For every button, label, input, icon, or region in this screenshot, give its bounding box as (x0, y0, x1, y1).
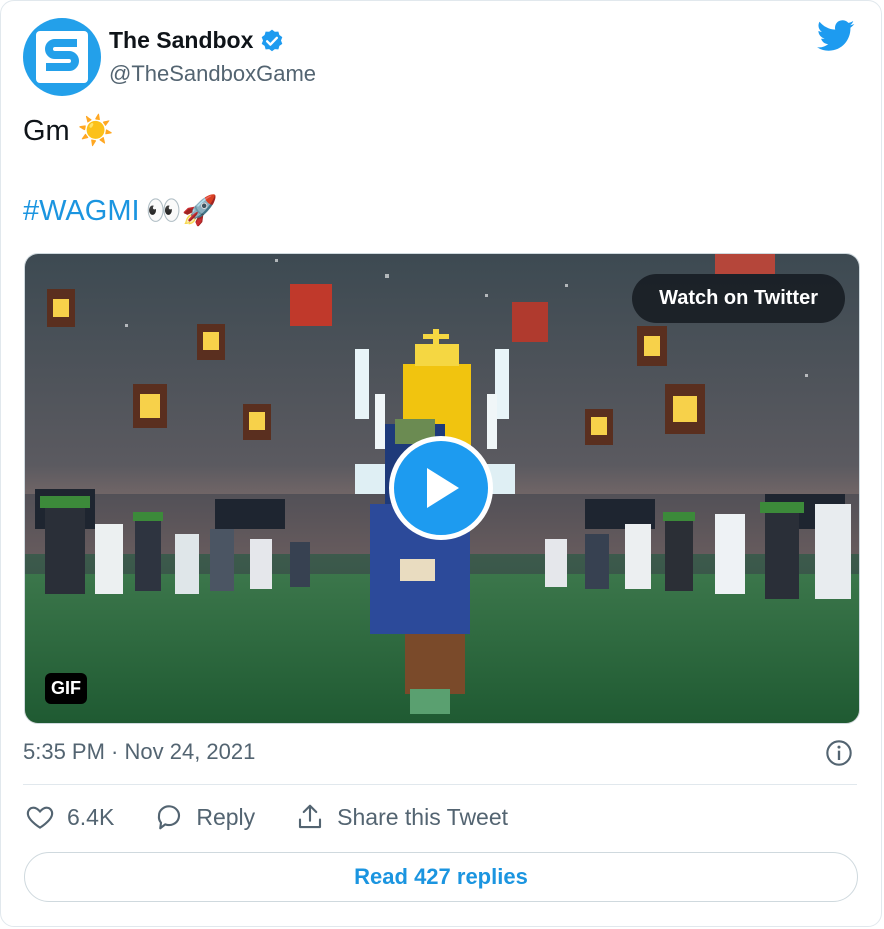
tweet-text-line1: Gm ☀️ (23, 114, 114, 148)
share-label: Share this Tweet (337, 803, 509, 830)
sun-emoji: ☀️ (77, 115, 114, 147)
tweet-text: Gm (23, 114, 70, 147)
verified-badge-icon (262, 29, 283, 51)
share-button[interactable]: Share this Tweet (295, 802, 508, 832)
avatar[interactable] (23, 18, 101, 96)
play-button[interactable] (389, 436, 493, 540)
share-icon (299, 804, 322, 829)
like-button[interactable]: 6.4K (25, 802, 114, 832)
tweet-card: The Sandbox @TheSandboxGame Gm ☀️ #WAGMI… (0, 0, 882, 927)
read-replies-button[interactable]: Read 427 replies (24, 852, 858, 902)
heart-icon (26, 806, 54, 829)
tweet-text-line2: #WAGMI 👀🚀 (23, 194, 218, 228)
sandbox-logo-icon (36, 31, 88, 83)
watch-on-twitter-button[interactable]: Watch on Twitter (632, 274, 845, 323)
twitter-bird-icon[interactable] (817, 19, 855, 53)
reply-label: Reply (196, 803, 256, 830)
like-count: 6.4K (67, 803, 115, 830)
eyes-rocket-emoji: 👀🚀 (145, 195, 218, 227)
display-name[interactable]: The Sandbox (109, 27, 253, 54)
divider (23, 784, 857, 785)
display-name-row[interactable]: The Sandbox (109, 27, 285, 54)
info-icon[interactable] (825, 739, 853, 767)
play-icon (427, 468, 459, 508)
gif-badge: GIF (45, 673, 87, 704)
reply-button[interactable]: Reply (154, 802, 255, 832)
hashtag-link[interactable]: #WAGMI (23, 195, 140, 228)
reply-icon (158, 805, 181, 830)
user-handle[interactable]: @TheSandboxGame (109, 61, 316, 87)
tweet-timestamp[interactable]: 5:35 PM · Nov 24, 2021 (23, 739, 255, 765)
action-bar: 6.4K Reply Share this Tweet (25, 802, 548, 832)
gif-media[interactable]: Watch on Twitter GIF (24, 253, 860, 724)
